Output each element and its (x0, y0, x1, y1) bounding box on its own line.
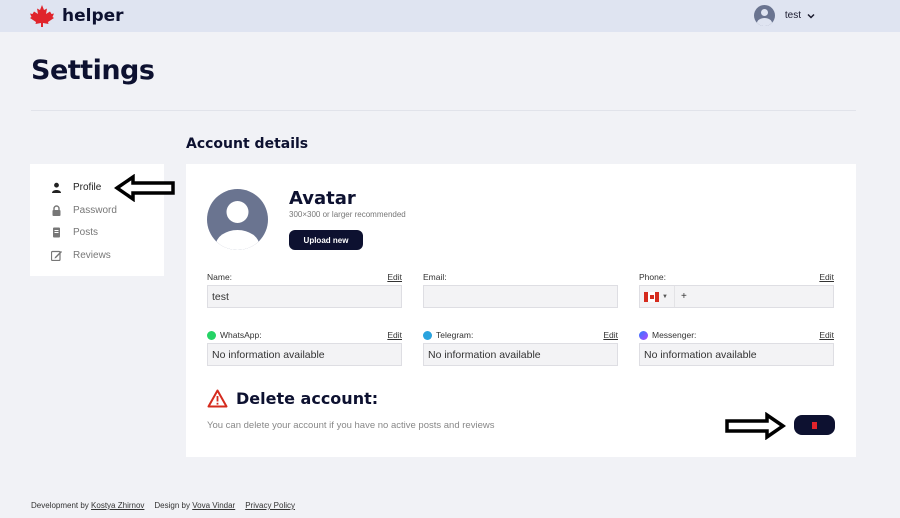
sidebar-item-label: Reviews (73, 249, 111, 261)
developer-link[interactable]: Kostya Zhirnov (91, 501, 144, 510)
arrow-right-icon (725, 412, 786, 440)
email-input[interactable] (423, 285, 618, 308)
chevron-down-icon (807, 13, 815, 19)
telegram-input[interactable]: No information available (423, 343, 618, 366)
phone-field: Phone: Edit ▼ + (639, 271, 834, 308)
email-label: Email: (423, 272, 447, 282)
sidebar-item-label: Posts (73, 227, 99, 239)
logo[interactable]: helper (30, 5, 124, 27)
whatsapp-input[interactable]: No information available (207, 343, 402, 366)
footer: Development by Kostya Zhirnov Design by … (31, 501, 295, 510)
canada-flag-icon (644, 291, 659, 302)
arrow-left-icon (114, 174, 175, 202)
sidebar-item-label: Password (73, 204, 117, 216)
upload-avatar-button[interactable]: Upload new (289, 230, 363, 250)
messenger-icon (639, 330, 648, 340)
user-menu[interactable]: test (753, 5, 816, 26)
phone-input[interactable]: ▼ + (639, 285, 834, 308)
country-select[interactable]: ▼ (644, 286, 675, 307)
email-field: Email: (423, 271, 618, 308)
brand-name: helper (62, 6, 124, 26)
avatar-title: Avatar (289, 188, 356, 209)
messenger-field: Messenger: Edit No information available (639, 329, 834, 366)
maple-leaf-icon (30, 5, 54, 27)
telegram-field: Telegram: Edit No information available (423, 329, 618, 366)
name-label: Name: (207, 272, 233, 282)
section-title: Account details (186, 136, 309, 152)
messenger-label: Messenger: (639, 330, 696, 340)
delete-account-heading: Delete account: (207, 389, 378, 408)
footer-design-prefix: Design by (154, 501, 190, 510)
delete-account-button[interactable] (794, 415, 835, 435)
designer-link[interactable]: Vova Vindar (192, 501, 235, 510)
footer-design: Design by Vova Vindar (154, 501, 235, 510)
edit-messenger-link[interactable]: Edit (819, 330, 834, 340)
edit-telegram-link[interactable]: Edit (603, 330, 618, 340)
warning-icon (207, 389, 228, 408)
sidebar-item-reviews[interactable]: Reviews (30, 244, 164, 267)
user-icon (51, 182, 62, 193)
telegram-label: Telegram: (423, 330, 473, 340)
document-icon (51, 227, 62, 238)
user-avatar-icon (753, 5, 775, 26)
telegram-icon (423, 330, 432, 340)
name-input[interactable]: test (207, 285, 402, 308)
messenger-label-text: Messenger: (652, 330, 697, 340)
avatar-hint: 300×300 or larger recommended (289, 210, 406, 219)
whatsapp-icon (207, 330, 216, 340)
privacy-policy-link[interactable]: Privacy Policy (245, 501, 295, 510)
sidebar-item-label: Profile (73, 181, 102, 193)
whatsapp-label-text: WhatsApp: (220, 330, 262, 340)
delete-account-title: Delete account: (236, 389, 379, 408)
avatar-placeholder-icon (207, 189, 268, 250)
sidebar-item-password[interactable]: Password (30, 199, 164, 222)
phone-prefix: + (680, 291, 687, 302)
whatsapp-label: WhatsApp: (207, 330, 262, 340)
top-bar: helper test (0, 0, 900, 32)
page-title: Settings (31, 55, 155, 86)
lock-icon (51, 204, 62, 216)
edit-phone-link[interactable]: Edit (819, 272, 834, 282)
trash-icon (812, 421, 817, 429)
messenger-input[interactable]: No information available (639, 343, 834, 366)
chevron-down-icon: ▼ (662, 293, 668, 300)
edit-icon (51, 250, 62, 261)
phone-label: Phone: (639, 272, 666, 282)
sidebar-item-posts[interactable]: Posts (30, 221, 164, 244)
whatsapp-field: WhatsApp: Edit No information available (207, 329, 402, 366)
footer-dev-prefix: Development by (31, 501, 89, 510)
username: test (784, 10, 801, 21)
telegram-label-text: Telegram: (436, 330, 474, 340)
edit-name-link[interactable]: Edit (387, 272, 402, 282)
divider (31, 110, 856, 111)
edit-whatsapp-link[interactable]: Edit (387, 330, 402, 340)
delete-account-text: You can delete your account if you have … (207, 420, 495, 431)
footer-dev: Development by Kostya Zhirnov (31, 501, 144, 510)
name-field: Name: Edit test (207, 271, 402, 308)
